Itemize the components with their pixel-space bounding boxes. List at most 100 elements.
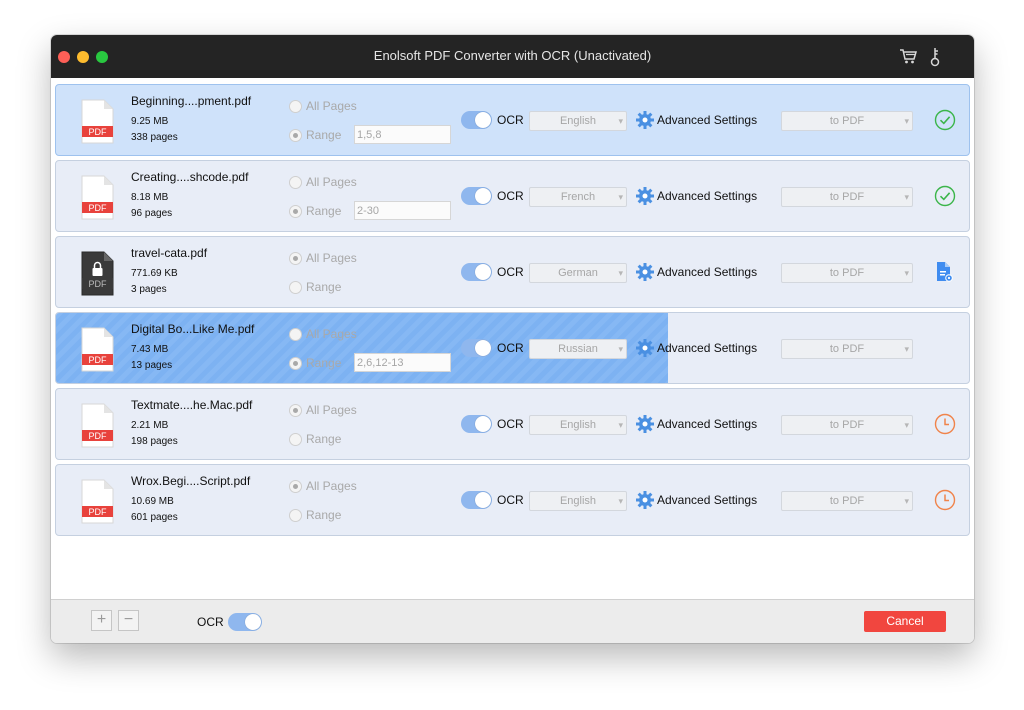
ocr-label: OCR: [497, 265, 524, 279]
output-format-select[interactable]: to PDF: [781, 491, 913, 511]
range-option[interactable]: Range: [289, 128, 341, 142]
all-pages-label: All Pages: [306, 99, 357, 113]
range-radio[interactable]: [289, 356, 302, 370]
range-radio[interactable]: [289, 128, 302, 142]
file-page-count: 96 pages: [131, 208, 173, 219]
gear-icon[interactable]: [635, 490, 655, 510]
range-option[interactable]: Range: [289, 508, 341, 522]
ocr-toggle[interactable]: [461, 339, 492, 357]
advanced-settings-button[interactable]: Advanced Settings: [657, 189, 757, 203]
ocr-language-select[interactable]: English: [529, 491, 627, 511]
all-pages-radio[interactable]: [289, 99, 302, 113]
file-page-count: 601 pages: [131, 512, 178, 523]
range-radio[interactable]: [289, 508, 302, 522]
ocr-language-select[interactable]: French: [529, 187, 627, 207]
file-list: PDF Beginning....pment.pdf 9.25 MB 338 p…: [51, 78, 974, 599]
pdf-file-icon: PDF: [81, 327, 114, 372]
global-ocr-toggle[interactable]: [228, 613, 262, 631]
password-file-icon[interactable]: [934, 261, 954, 288]
file-size: 771.69 KB: [131, 268, 178, 279]
all-pages-option[interactable]: All Pages: [289, 251, 357, 265]
file-page-count: 198 pages: [131, 436, 178, 447]
gear-icon[interactable]: [635, 414, 655, 434]
all-pages-option[interactable]: All Pages: [289, 479, 357, 493]
output-format-select[interactable]: to PDF: [781, 263, 913, 283]
output-format-select[interactable]: to PDF: [781, 111, 913, 131]
file-name: travel-cata.pdf: [131, 246, 208, 260]
waiting-clock-icon: [934, 413, 956, 440]
pdf-file-icon: PDF: [81, 175, 114, 220]
range-option[interactable]: Range: [289, 432, 341, 446]
file-row[interactable]: PDF Digital Bo...Like Me.pdf 7.43 MB 13 …: [55, 312, 970, 384]
range-option[interactable]: Range: [289, 280, 341, 294]
advanced-settings-button[interactable]: Advanced Settings: [657, 265, 757, 279]
key-icon[interactable]: [929, 47, 941, 67]
output-format-select[interactable]: to PDF: [781, 339, 913, 359]
ocr-language-select[interactable]: Russian: [529, 339, 627, 359]
file-row[interactable]: PDF Beginning....pment.pdf 9.25 MB 338 p…: [55, 84, 970, 156]
ocr-toggle[interactable]: [461, 491, 492, 509]
cancel-button[interactable]: Cancel: [864, 611, 946, 632]
remove-file-button[interactable]: −: [118, 610, 139, 631]
waiting-clock-icon: [934, 489, 956, 516]
ocr-language-select[interactable]: English: [529, 415, 627, 435]
app-window: Enolsoft PDF Converter with OCR (Unactiv…: [51, 35, 974, 643]
gear-icon[interactable]: [635, 110, 655, 130]
range-radio[interactable]: [289, 204, 302, 218]
all-pages-option[interactable]: All Pages: [289, 99, 357, 113]
file-name: Wrox.Begi....Script.pdf: [131, 474, 251, 488]
range-label: Range: [306, 204, 342, 218]
file-row[interactable]: PDF travel-cata.pdf 771.69 KB 3 pages Al…: [55, 236, 970, 308]
gear-icon[interactable]: [635, 262, 655, 282]
file-row[interactable]: PDF Creating....shcode.pdf 8.18 MB 96 pa…: [55, 160, 970, 232]
pdf-file-icon: PDF: [81, 403, 114, 448]
page-range-input[interactable]: [354, 125, 451, 144]
all-pages-label: All Pages: [306, 479, 357, 493]
file-page-count: 13 pages: [131, 360, 173, 371]
done-check-icon: [934, 185, 956, 212]
ocr-language-select[interactable]: English: [529, 111, 627, 131]
all-pages-radio[interactable]: [289, 175, 302, 189]
ocr-language-select[interactable]: German: [529, 263, 627, 283]
all-pages-label: All Pages: [306, 403, 357, 417]
file-row[interactable]: PDF Textmate....he.Mac.pdf 2.21 MB 198 p…: [55, 388, 970, 460]
bottom-toolbar: + − OCR Cancel: [51, 599, 974, 643]
ocr-toggle[interactable]: [461, 415, 492, 433]
range-option[interactable]: Range: [289, 204, 341, 218]
output-format-select[interactable]: to PDF: [781, 187, 913, 207]
file-name: Creating....shcode.pdf: [131, 170, 249, 184]
ocr-label: OCR: [497, 417, 524, 431]
all-pages-option[interactable]: All Pages: [289, 403, 357, 417]
advanced-settings-button[interactable]: Advanced Settings: [657, 417, 757, 431]
file-size: 8.18 MB: [131, 192, 169, 203]
range-option[interactable]: Range: [289, 356, 341, 370]
file-name: Beginning....pment.pdf: [131, 94, 252, 108]
page-range-input[interactable]: [354, 353, 451, 372]
page-range-input[interactable]: [354, 201, 451, 220]
all-pages-option[interactable]: All Pages: [289, 175, 357, 189]
all-pages-label: All Pages: [306, 251, 357, 265]
advanced-settings-button[interactable]: Advanced Settings: [657, 493, 757, 507]
file-row[interactable]: PDF Wrox.Begi....Script.pdf 10.69 MB 601…: [55, 464, 970, 536]
add-file-button[interactable]: +: [91, 610, 112, 631]
gear-icon[interactable]: [635, 186, 655, 206]
title-bar: Enolsoft PDF Converter with OCR (Unactiv…: [51, 35, 974, 78]
advanced-settings-button[interactable]: Advanced Settings: [657, 113, 757, 127]
ocr-toggle[interactable]: [461, 187, 492, 205]
ocr-label: OCR: [497, 189, 524, 203]
all-pages-radio[interactable]: [289, 479, 302, 493]
advanced-settings-button[interactable]: Advanced Settings: [657, 341, 757, 355]
all-pages-radio[interactable]: [289, 403, 302, 417]
output-format-select[interactable]: to PDF: [781, 415, 913, 435]
ocr-toggle[interactable]: [461, 111, 492, 129]
range-radio[interactable]: [289, 280, 302, 294]
all-pages-radio[interactable]: [289, 251, 302, 265]
gear-icon[interactable]: [635, 338, 655, 358]
all-pages-radio[interactable]: [289, 327, 302, 341]
cart-icon[interactable]: [899, 47, 917, 65]
all-pages-option[interactable]: All Pages: [289, 327, 357, 341]
ocr-toggle[interactable]: [461, 263, 492, 281]
range-radio[interactable]: [289, 432, 302, 446]
file-size: 2.21 MB: [131, 420, 169, 431]
global-ocr-label: OCR: [197, 615, 224, 629]
